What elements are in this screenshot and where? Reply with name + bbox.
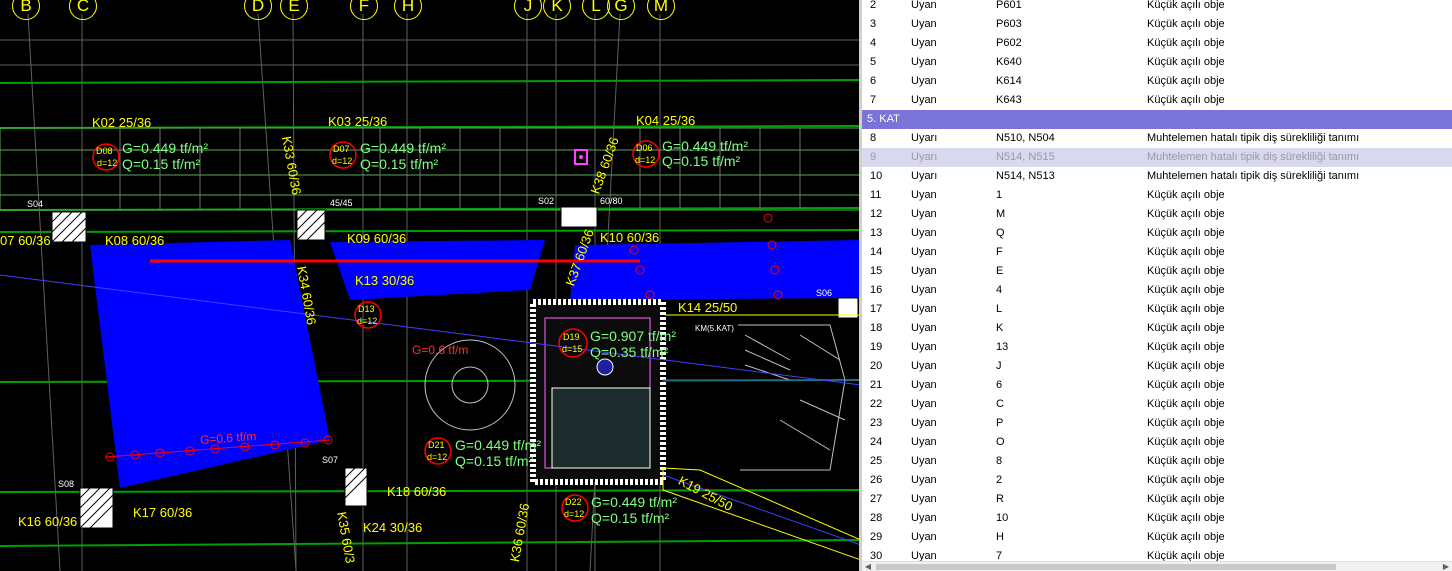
- scroll-left-icon[interactable]: ◀: [862, 562, 874, 571]
- slab-marker-d08: [92, 143, 120, 171]
- blue-slab-right: [570, 240, 860, 300]
- list-item[interactable]: 26 Uyan 2 Küçük açılı obje: [862, 471, 1452, 490]
- list-item[interactable]: 14 Uyan F Küçük açılı obje: [862, 243, 1452, 262]
- list-item[interactable]: 12 Uyan M Küçük açılı obje: [862, 205, 1452, 224]
- reference-point-icon: [596, 358, 614, 376]
- slab-marker-d13: [354, 301, 382, 329]
- slab-marker-d06: [632, 140, 660, 168]
- list-item[interactable]: 11 Uyan 1 Küçük açılı obje: [862, 186, 1452, 205]
- list-item[interactable]: 23 Uyan P Küçük açılı obje: [862, 414, 1452, 433]
- list-item[interactable]: 19 Uyan 13 Küçük açılı obje: [862, 338, 1452, 357]
- slab-marker-d07: [329, 141, 357, 169]
- list-item[interactable]: 20 Uyan J Küçük açılı obje: [862, 357, 1452, 376]
- list-item[interactable]: 16 Uyan 4 Küçük açılı obje: [862, 281, 1452, 300]
- list-item[interactable]: 28 Uyan 10 Küçük açılı obje: [862, 509, 1452, 528]
- blue-slab-left: [90, 240, 330, 488]
- horizontal-scrollbar[interactable]: ◀ ▶: [862, 561, 1452, 571]
- list-item[interactable]: 25 Uyan 8 Küçük açılı obje: [862, 452, 1452, 471]
- cad-viewport[interactable]: B C D E F H J K L G M K02 25/36 K03 25/3…: [0, 0, 861, 571]
- list-item[interactable]: 10 Uyarı N514, N513 Muhtelemen hatalı tipik…: [862, 167, 1452, 186]
- list-item[interactable]: 21 Uyan 6 Küçük açılı obje: [862, 376, 1452, 395]
- list-item[interactable]: 15 Uyan E Küçük açılı obje: [862, 262, 1452, 281]
- list-item[interactable]: 18 Uyan K Küçük açılı obje: [862, 319, 1452, 338]
- slab-marker-d21: [424, 437, 452, 465]
- list-item[interactable]: 4 Uyan P602 Küçük açılı obje: [862, 34, 1452, 53]
- list-item[interactable]: 6 Uyan K614 Küçük açılı obje: [862, 72, 1452, 91]
- warnings-list[interactable]: 2 Uyan P601 Küçük açılı obje 3 Uyan P603 Küçük…: [862, 0, 1452, 571]
- scrollbar-thumb[interactable]: [876, 564, 1336, 570]
- list-item[interactable]: 29 Uyan H Küçük açılı obje: [862, 528, 1452, 547]
- blue-slab-mid: [330, 240, 545, 300]
- group-header[interactable]: 5. KAT: [862, 110, 1452, 129]
- list-item[interactable]: 22 Uyan C Küçük açılı obje: [862, 395, 1452, 414]
- slab-marker-d22: [561, 494, 589, 522]
- list-item[interactable]: 8 Uyarı N510, N504 Muhtelemen hatalı tipik …: [862, 129, 1452, 148]
- list-item[interactable]: 13 Uyan Q Küçük açılı obje: [862, 224, 1452, 243]
- scroll-right-icon[interactable]: ▶: [1440, 562, 1452, 571]
- list-item[interactable]: 24 Uyan O Küçük açılı obje: [862, 433, 1452, 452]
- list-item[interactable]: 7 Uyan K643 Küçük açılı obje: [862, 91, 1452, 110]
- list-item[interactable]: 17 Uyan L Küçük açılı obje: [862, 300, 1452, 319]
- list-item[interactable]: 27 Uyan R Küçük açılı obje: [862, 490, 1452, 509]
- list-item[interactable]: 5 Uyan K640 Küçük açılı obje: [862, 53, 1452, 72]
- list-item-selected[interactable]: 9 Uyarı N514, N515 Muhtelemen hatalı tipik …: [862, 148, 1452, 167]
- list-item[interactable]: 3 Uyan P603 Küçük açılı obje: [862, 15, 1452, 34]
- list-item[interactable]: 2 Uyan P601 Küçük açılı obje: [862, 0, 1452, 15]
- plan-drawing[interactable]: [0, 0, 861, 571]
